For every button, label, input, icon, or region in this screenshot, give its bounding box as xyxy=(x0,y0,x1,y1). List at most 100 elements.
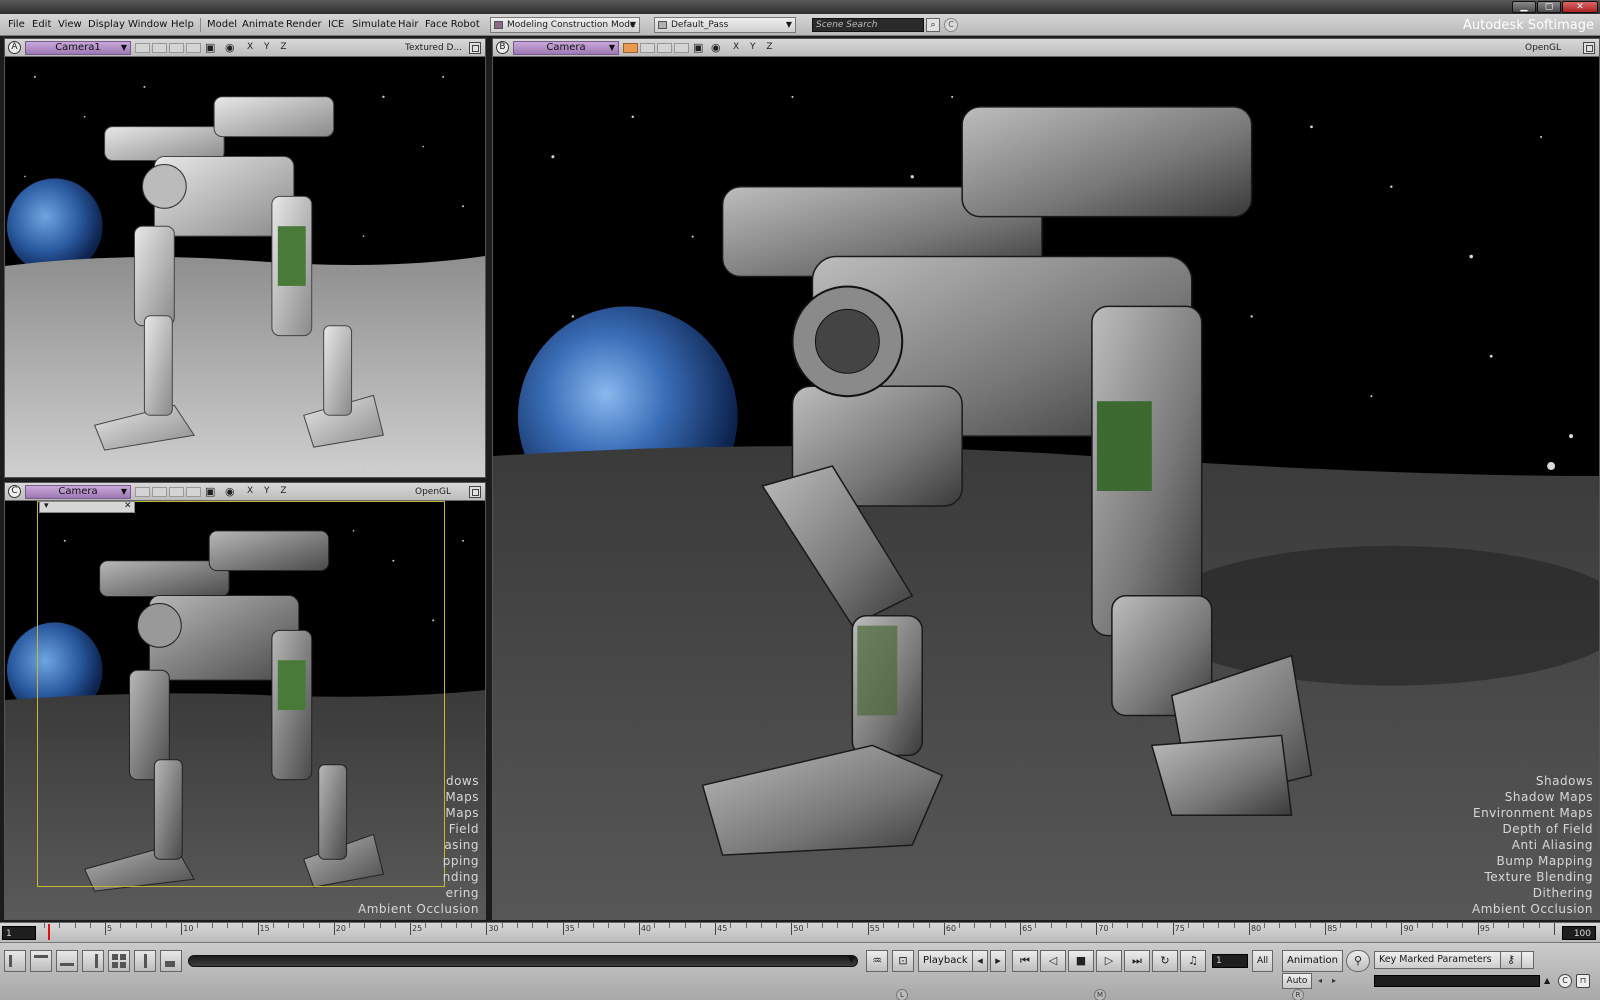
pass-dropdown[interactable]: Default_Pass ▼ xyxy=(654,17,796,33)
viewport-b-letter[interactable]: B xyxy=(496,41,509,54)
menu-edit[interactable]: Edit xyxy=(32,19,51,30)
menu-display[interactable]: Display xyxy=(88,19,125,30)
view-toggle-button[interactable] xyxy=(186,487,201,497)
chevron-down-icon[interactable]: ▼ xyxy=(848,955,855,965)
menu-ice[interactable]: ICE xyxy=(328,19,344,30)
close-icon[interactable]: ✕ xyxy=(124,501,132,511)
key-value-slider[interactable] xyxy=(1374,975,1540,987)
search-icon[interactable]: ⌕ xyxy=(926,18,940,32)
camera-icon[interactable]: ▣ xyxy=(205,485,215,498)
display-mode-menu[interactable]: OpenGL xyxy=(1525,43,1561,53)
view-toggle-button[interactable] xyxy=(152,43,167,53)
menu-model[interactable]: Model xyxy=(207,19,237,30)
menu-file[interactable]: File xyxy=(8,19,25,30)
viewport-c[interactable]: C Camera ▼ ▣ ◉ X Y Z OpenGL ▾ ✕ dows Map… xyxy=(4,482,486,920)
eye-icon[interactable]: ◉ xyxy=(225,41,235,54)
curve-editor-icon[interactable]: ♒ xyxy=(866,950,888,972)
view-toggle-button[interactable] xyxy=(657,43,672,53)
layout-right-icon[interactable] xyxy=(82,950,104,972)
viewport-b[interactable]: B Camera ▼ ▣ ◉ X Y Z OpenGL Shadows Shad… xyxy=(492,38,1600,920)
viewport-b-scene[interactable] xyxy=(493,57,1599,919)
view-toggle-button[interactable] xyxy=(135,43,150,53)
maximize-button[interactable]: ▢ xyxy=(1537,1,1561,13)
viewport-a-camera-dropdown[interactable]: Camera1 ▼ xyxy=(25,41,131,55)
current-frame-field[interactable]: 1 xyxy=(1212,954,1248,968)
menu-window[interactable]: Window xyxy=(128,19,167,30)
go-to-end-icon[interactable]: ⏭ xyxy=(1124,950,1150,972)
key-icon[interactable]: ⚷ xyxy=(1500,951,1522,969)
view-toggle-button[interactable] xyxy=(169,487,184,497)
menu-simulate[interactable]: Simulate xyxy=(352,19,396,30)
camera-icon[interactable]: ▣ xyxy=(205,41,215,54)
go-to-start-icon[interactable]: ⏮ xyxy=(1012,950,1038,972)
viewport-b-camera-dropdown[interactable]: Camera ▼ xyxy=(513,41,619,55)
viewport-c-letter[interactable]: C xyxy=(8,485,21,498)
display-mode-menu[interactable]: OpenGL xyxy=(415,487,451,497)
viewport-a-letter[interactable]: A xyxy=(8,41,21,54)
close-button[interactable]: ✕ xyxy=(1562,1,1598,13)
stop-icon[interactable]: ■ xyxy=(1068,950,1094,972)
clear-search-icon[interactable]: C xyxy=(944,18,958,32)
eye-icon[interactable]: ◉ xyxy=(225,485,235,498)
layout-custom-icon[interactable] xyxy=(160,950,182,972)
chevron-down-icon[interactable]: ▾ xyxy=(44,501,49,511)
eye-icon[interactable]: ◉ xyxy=(711,41,721,54)
maximize-viewport-icon[interactable] xyxy=(469,486,481,498)
next-arrow-icon[interactable]: ▸ xyxy=(1328,974,1340,988)
playback-menu[interactable]: Playback xyxy=(918,950,973,972)
axis-toggles[interactable]: X Y Z xyxy=(733,42,777,52)
menu-face-robot[interactable]: Face Robot xyxy=(425,19,480,30)
view-toggle-button[interactable] xyxy=(152,487,167,497)
auto-key-button[interactable]: Auto xyxy=(1282,973,1312,989)
menu-help[interactable]: Help xyxy=(171,19,194,30)
prev-arrow-icon[interactable]: ◂ xyxy=(1314,974,1326,988)
audio-icon[interactable]: ♫ xyxy=(1180,950,1206,972)
status-icon[interactable]: C xyxy=(1558,974,1572,988)
view-toggle-button[interactable] xyxy=(135,487,150,497)
view-toggle-button[interactable] xyxy=(640,43,655,53)
axis-toggles[interactable]: X Y Z xyxy=(247,486,291,496)
minimize-button[interactable]: ▁ xyxy=(1512,1,1536,13)
layout-quad-icon[interactable] xyxy=(108,950,130,972)
view-toggle-button[interactable] xyxy=(169,43,184,53)
view-toggle-button[interactable] xyxy=(186,43,201,53)
chevron-up-icon[interactable]: ▲ xyxy=(1544,976,1550,985)
animation-menu[interactable]: Animation xyxy=(1282,950,1343,972)
timeline[interactable]: 1 5 10 15 20 25 30 35 40 45 50 55 60 65 70 75 80 85 90 95 … xyxy=(0,922,1600,942)
render-region-toolbar[interactable]: ▾ ✕ xyxy=(39,501,135,513)
timeline-ruler[interactable]: 5 10 15 20 25 30 35 40 45 50 55 60 65 70 75 80 85 90 95 xyxy=(44,923,1555,943)
axis-toggles[interactable]: X Y Z xyxy=(247,42,291,52)
view-toggle-button[interactable] xyxy=(623,43,638,53)
all-range-button[interactable]: All xyxy=(1252,950,1274,972)
viewport-a-scene[interactable] xyxy=(5,57,485,477)
layout-top-icon[interactable] xyxy=(30,950,52,972)
menu-view[interactable]: View xyxy=(58,19,82,30)
construction-mode-dropdown[interactable]: Modeling Construction Mode ▼ xyxy=(490,17,640,33)
view-toggle-button[interactable] xyxy=(674,43,689,53)
layout-split-icon[interactable] xyxy=(134,950,156,972)
key-tool-icon[interactable]: ⚲ xyxy=(1346,950,1370,972)
layout-single-icon[interactable] xyxy=(4,950,26,972)
viewport-a[interactable]: A Camera1 ▼ ▣ ◉ X Y Z Textured D... Text… xyxy=(4,38,486,478)
lock-icon[interactable]: ⊡ xyxy=(892,950,914,972)
time-range-slider[interactable] xyxy=(188,955,858,967)
maximize-viewport-icon[interactable] xyxy=(469,42,481,54)
menu-hair[interactable]: Hair xyxy=(398,19,419,30)
viewport-c-camera-dropdown[interactable]: Camera ▼ xyxy=(25,485,131,499)
camera-icon[interactable]: ▣ xyxy=(693,41,703,54)
next-key-icon[interactable]: ▸ xyxy=(990,950,1006,972)
menu-animate[interactable]: Animate xyxy=(242,19,284,30)
step-back-icon[interactable]: ◁ xyxy=(1040,950,1066,972)
start-frame-field[interactable]: 1 xyxy=(2,926,36,940)
padlock-icon[interactable]: ⊓ xyxy=(1576,974,1590,988)
playhead[interactable] xyxy=(48,924,50,940)
menu-render[interactable]: Render xyxy=(286,19,322,30)
display-mode-menu[interactable]: Textured D... xyxy=(405,43,462,53)
end-frame-field[interactable]: 100 xyxy=(1562,926,1596,940)
layout-bottom-icon[interactable] xyxy=(56,950,78,972)
prev-key-icon[interactable]: ◂ xyxy=(972,950,988,972)
maximize-viewport-icon[interactable] xyxy=(1583,42,1595,54)
play-icon[interactable]: ▷ xyxy=(1096,950,1122,972)
scene-search-input[interactable]: Scene Search xyxy=(812,18,924,32)
loop-icon[interactable]: ↻ xyxy=(1152,950,1178,972)
